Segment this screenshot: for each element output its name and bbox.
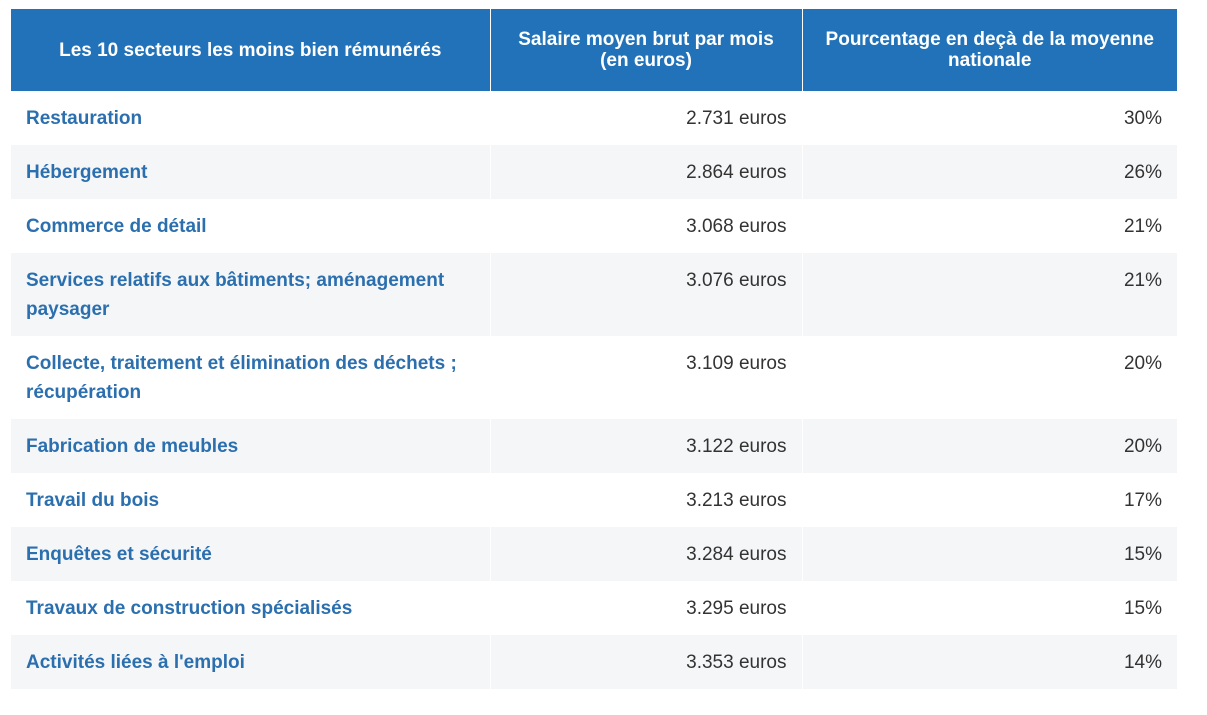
salary-cell: 3.076 euros [490, 253, 803, 336]
header-row: Les 10 secteurs les moins bien rémunérés… [11, 9, 1177, 91]
sector-cell: Activités liées à l'emploi [11, 635, 491, 689]
salary-cell: 3.213 euros [490, 473, 803, 527]
sector-cell: Collecte, traitement et élimination des … [11, 336, 491, 419]
percent-cell: 20% [802, 336, 1177, 419]
table-row: Enquêtes et sécurité 3.284 euros 15% [11, 527, 1177, 581]
sector-cell: Travaux de construction spécialisés [11, 581, 491, 635]
salary-cell: 3.353 euros [490, 635, 803, 689]
table-row: Services relatifs aux bâtiments; aménage… [11, 253, 1177, 336]
table-row: Hébergement 2.864 euros 26% [11, 145, 1177, 199]
percent-cell: 21% [802, 199, 1177, 253]
salary-table-container: Les 10 secteurs les moins bien rémunérés… [11, 9, 1177, 689]
sector-cell: Travail du bois [11, 473, 491, 527]
percent-cell: 17% [802, 473, 1177, 527]
sector-cell: Services relatifs aux bâtiments; aménage… [11, 253, 491, 336]
sector-cell: Commerce de détail [11, 199, 491, 253]
header-salary: Salaire moyen brut par mois (en euros) [490, 9, 803, 91]
table-header: Les 10 secteurs les moins bien rémunérés… [11, 9, 1177, 91]
percent-cell: 21% [802, 253, 1177, 336]
table-body: Restauration 2.731 euros 30% Hébergement… [11, 91, 1177, 689]
sector-cell: Hébergement [11, 145, 491, 199]
sector-cell: Restauration [11, 91, 491, 145]
salary-cell: 3.109 euros [490, 336, 803, 419]
table-row: Travaux de construction spécialisés 3.29… [11, 581, 1177, 635]
percent-cell: 14% [802, 635, 1177, 689]
salary-cell: 3.295 euros [490, 581, 803, 635]
percent-cell: 30% [802, 91, 1177, 145]
salary-cell: 3.284 euros [490, 527, 803, 581]
header-percent: Pourcentage en deçà de la moyenne nation… [802, 9, 1177, 91]
percent-cell: 20% [802, 419, 1177, 473]
sector-cell: Fabrication de meubles [11, 419, 491, 473]
header-sector: Les 10 secteurs les moins bien rémunérés [11, 9, 491, 91]
table-row: Restauration 2.731 euros 30% [11, 91, 1177, 145]
salary-cell: 2.864 euros [490, 145, 803, 199]
percent-cell: 15% [802, 527, 1177, 581]
table-row: Travail du bois 3.213 euros 17% [11, 473, 1177, 527]
table-row: Collecte, traitement et élimination des … [11, 336, 1177, 419]
table-row: Fabrication de meubles 3.122 euros 20% [11, 419, 1177, 473]
salary-cell: 3.068 euros [490, 199, 803, 253]
table-row: Commerce de détail 3.068 euros 21% [11, 199, 1177, 253]
percent-cell: 15% [802, 581, 1177, 635]
sector-cell: Enquêtes et sécurité [11, 527, 491, 581]
salary-cell: 2.731 euros [490, 91, 803, 145]
salary-cell: 3.122 euros [490, 419, 803, 473]
percent-cell: 26% [802, 145, 1177, 199]
salary-table: Les 10 secteurs les moins bien rémunérés… [11, 9, 1177, 689]
table-row: Activités liées à l'emploi 3.353 euros 1… [11, 635, 1177, 689]
